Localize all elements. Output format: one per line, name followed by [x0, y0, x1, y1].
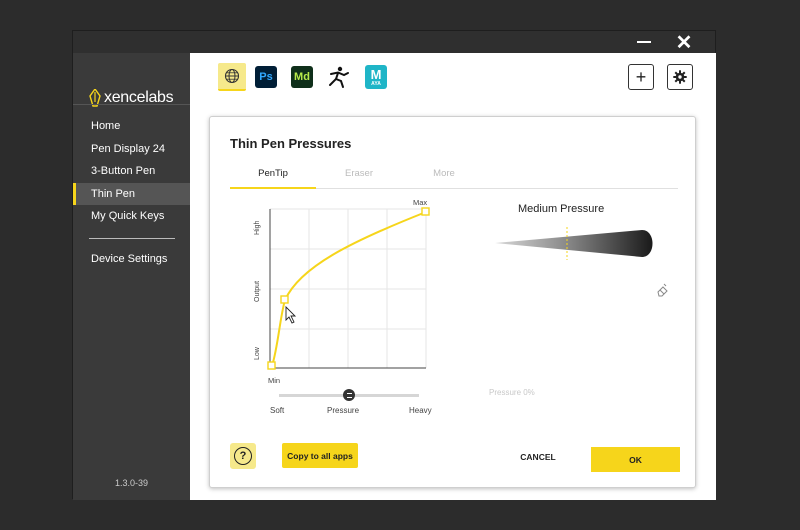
- app-md-button[interactable]: Md: [288, 63, 316, 91]
- globe-icon: [224, 68, 240, 84]
- copy-to-all-apps-button[interactable]: Copy to all apps: [282, 443, 358, 468]
- settings-button[interactable]: [667, 64, 693, 90]
- ps-icon: Ps: [255, 66, 277, 88]
- version-label: 1.3.0-39: [114, 478, 149, 488]
- slider-label-heavy: Heavy: [409, 406, 432, 415]
- minimize-button[interactable]: [624, 31, 664, 53]
- sidebar-item-my-quick-keys[interactable]: My Quick Keys: [73, 205, 190, 228]
- maya-icon: M AYA: [365, 65, 387, 89]
- pressure-curve-editor[interactable]: High Output Low Min Max: [210, 117, 697, 489]
- sidebar-item-thin-pen[interactable]: Thin Pen: [73, 182, 190, 205]
- curve-handle-min[interactable]: [267, 361, 276, 370]
- app-window: ✕ xencelabs Home Pen Display 24 3-Button…: [72, 30, 716, 500]
- app-global-button[interactable]: [218, 63, 246, 91]
- sidebar-item-3-button-pen[interactable]: 3-Button Pen: [73, 160, 190, 183]
- help-icon: ?: [234, 447, 252, 465]
- zbrush-icon: [329, 66, 349, 88]
- help-button[interactable]: ?: [230, 443, 256, 469]
- curve-handle-max[interactable]: [421, 207, 430, 216]
- sidebar-item-pen-display-24[interactable]: Pen Display 24: [73, 138, 190, 161]
- logo-divider: [73, 104, 190, 105]
- slider-label-pressure: Pressure: [327, 406, 360, 415]
- stroke-preview: [495, 230, 653, 257]
- md-icon: Md: [291, 66, 313, 88]
- sidebar-item-home[interactable]: Home: [73, 115, 190, 138]
- app-photoshop-button[interactable]: Ps: [252, 63, 280, 91]
- curve-grid: [270, 208, 427, 368]
- main-content: Ps Md M AYA + Thin Pen Pressures PenTip …: [190, 53, 716, 500]
- sidebar-item-device-settings[interactable]: Device Settings: [91, 253, 167, 265]
- cancel-button[interactable]: CANCEL: [508, 448, 568, 466]
- y-label-high: High: [254, 220, 261, 235]
- pressure-panel: Thin Pen Pressures PenTip Eraser More Hi…: [209, 116, 696, 488]
- slider-label-soft: Soft: [270, 406, 285, 415]
- maya-icon-letter: M: [370, 66, 382, 82]
- curve-handle-mid[interactable]: [280, 295, 289, 304]
- gear-icon: [673, 70, 687, 84]
- close-button[interactable]: ✕: [664, 31, 704, 54]
- y-label-output: Output: [254, 281, 261, 302]
- maya-icon-subtext: AYA: [371, 80, 381, 87]
- mouse-cursor-icon: [285, 305, 297, 324]
- preview-title: Medium Pressure: [518, 203, 605, 215]
- app-maya-button[interactable]: M AYA: [362, 63, 390, 91]
- x-label-max: Max: [413, 198, 427, 207]
- y-label-low: Low: [254, 346, 261, 360]
- sidebar-nav: Home Pen Display 24 3-Button Pen Thin Pe…: [73, 115, 190, 228]
- pressure-slider-thumb[interactable]: [343, 389, 355, 401]
- title-bar: ✕: [73, 31, 715, 54]
- sidebar: xencelabs Home Pen Display 24 3-Button P…: [73, 53, 190, 500]
- add-app-button[interactable]: +: [628, 64, 654, 90]
- app-zbrush-button[interactable]: [324, 63, 352, 91]
- ok-button[interactable]: OK: [591, 447, 680, 472]
- pressure-readout: Pressure 0%: [489, 388, 535, 397]
- x-label-min: Min: [268, 376, 280, 385]
- sidebar-divider: [89, 238, 175, 239]
- eraser-clear-icon[interactable]: [655, 283, 669, 297]
